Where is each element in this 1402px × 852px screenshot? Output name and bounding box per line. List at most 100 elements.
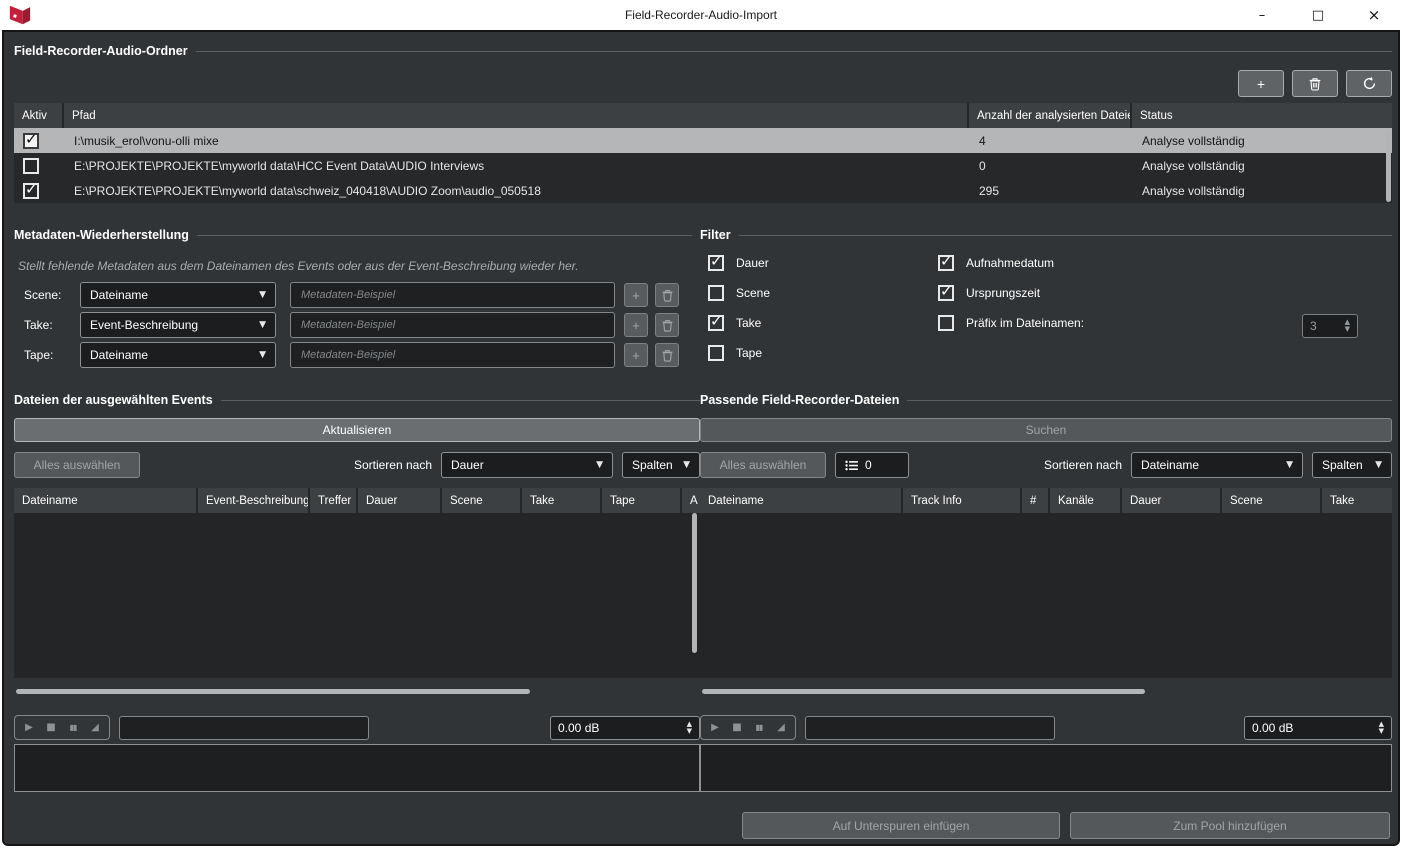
- column-header-kanaele[interactable]: Kanäle: [1050, 488, 1122, 513]
- stop-icon[interactable]: ■: [40, 722, 62, 733]
- column-header-take[interactable]: Take: [1322, 488, 1392, 513]
- column-header-tape[interactable]: Tape: [602, 488, 682, 513]
- filter-checkbox[interactable]: [938, 255, 954, 271]
- minimize-button[interactable]: –: [1242, 0, 1282, 30]
- folder-table-scrollbar[interactable]: [1386, 130, 1391, 202]
- select-all-recorder-button[interactable]: Alles auswählen: [700, 452, 826, 478]
- column-header-status[interactable]: Status: [1132, 103, 1392, 128]
- spinner-down-icon[interactable]: ▼: [687, 728, 692, 735]
- stop-icon[interactable]: ■: [726, 722, 748, 733]
- search-button[interactable]: Suchen: [700, 418, 1392, 442]
- tape-delete-button[interactable]: [655, 343, 679, 367]
- take-delete-button[interactable]: [655, 313, 679, 337]
- add-folder-button[interactable]: +: [1238, 70, 1284, 97]
- active-checkbox[interactable]: [23, 158, 39, 174]
- take-source-dropdown[interactable]: Event-Beschreibung ▼: [80, 312, 276, 338]
- recorder-table-hscrollbar[interactable]: [700, 687, 1392, 696]
- recorder-info-box[interactable]: [700, 744, 1392, 792]
- filter-checkbox[interactable]: [708, 285, 724, 301]
- filter-take[interactable]: Take: [708, 315, 761, 331]
- ramp-icon[interactable]: ◢: [770, 722, 792, 733]
- take-add-button[interactable]: +: [624, 313, 648, 337]
- filter-checkbox[interactable]: [708, 345, 724, 361]
- analyzed-count: 295: [969, 178, 1132, 203]
- pause-icon[interactable]: ▮▮: [748, 723, 770, 732]
- prefix-length-stepper[interactable]: 3 ▲▼: [1302, 314, 1358, 338]
- play-icon[interactable]: ▶: [704, 722, 726, 733]
- column-header-dateiname[interactable]: Dateiname: [14, 488, 198, 513]
- status-text: Analyse vollständig: [1132, 153, 1392, 178]
- delete-folder-button[interactable]: [1292, 70, 1338, 97]
- column-header-take[interactable]: Take: [522, 488, 602, 513]
- filter-praefix[interactable]: Präfix im Dateinamen:: [938, 315, 1084, 331]
- active-checkbox[interactable]: [23, 133, 39, 149]
- recorder-sort-dropdown[interactable]: Dateiname ▼: [1131, 452, 1303, 478]
- filter-checkbox[interactable]: [938, 285, 954, 301]
- events-columns-dropdown[interactable]: Spalten ▼: [622, 452, 700, 478]
- column-header-event-beschreibung[interactable]: Event-Beschreibung: [198, 488, 310, 513]
- column-header-anzahl[interactable]: Anzahl der analysierten Dateien: [969, 103, 1132, 128]
- recorder-columns-dropdown[interactable]: Spalten ▼: [1312, 452, 1392, 478]
- column-header-scene[interactable]: Scene: [1222, 488, 1322, 513]
- filter-checkbox[interactable]: [708, 315, 724, 331]
- column-header-scene[interactable]: Scene: [442, 488, 522, 513]
- column-header-treffer[interactable]: Treffer: [310, 488, 358, 513]
- sort-by-label: Sortieren nach: [354, 458, 432, 472]
- events-sort-dropdown[interactable]: Dauer ▼: [441, 452, 613, 478]
- recorder-table-body[interactable]: [700, 513, 1392, 678]
- folder-row[interactable]: E:\PROJEKTE\PROJEKTE\myworld data\schwei…: [14, 178, 1392, 203]
- pause-icon[interactable]: ▮▮: [62, 723, 84, 732]
- column-header-aktiv[interactable]: Aktiv: [14, 103, 64, 128]
- select-all-events-button[interactable]: Alles auswählen: [14, 452, 140, 478]
- refresh-folders-button[interactable]: [1346, 70, 1392, 97]
- filter-checkbox[interactable]: [938, 315, 954, 331]
- play-icon[interactable]: ▶: [18, 722, 40, 733]
- events-table-vscrollbar[interactable]: [692, 513, 697, 653]
- take-example-input[interactable]: Metadaten-Beispiel: [290, 312, 615, 338]
- close-button[interactable]: ×: [1354, 0, 1394, 30]
- recorder-hscroll-thumb[interactable]: [702, 689, 1145, 694]
- scene-source-dropdown[interactable]: Dateiname ▼: [80, 282, 276, 308]
- tape-add-button[interactable]: +: [624, 343, 648, 367]
- filter-checkbox[interactable]: [708, 255, 724, 271]
- events-preview-field[interactable]: [119, 716, 369, 740]
- column-header-dauer[interactable]: Dauer: [1122, 488, 1222, 513]
- ramp-icon[interactable]: ◢: [84, 722, 106, 733]
- spinner-down-icon[interactable]: ▼: [1379, 728, 1384, 735]
- column-header-dauer[interactable]: Dauer: [358, 488, 442, 513]
- spinner-down-icon[interactable]: ▼: [1345, 326, 1350, 333]
- filter-aufnahmedatum[interactable]: Aufnahmedatum: [938, 255, 1054, 271]
- events-table-hscrollbar[interactable]: [14, 687, 700, 696]
- add-to-pool-button[interactable]: Zum Pool hinzufügen: [1070, 812, 1390, 839]
- trash-icon: [661, 319, 674, 332]
- tape-example-input[interactable]: Metadaten-Beispiel: [290, 342, 615, 368]
- filter-scene[interactable]: Scene: [708, 285, 770, 301]
- events-volume-stepper[interactable]: 0.00 dB ▲▼: [550, 716, 700, 740]
- column-header-a[interactable]: A: [682, 488, 700, 513]
- events-table-body[interactable]: [14, 513, 700, 678]
- active-checkbox[interactable]: [23, 183, 39, 199]
- update-button[interactable]: Aktualisieren: [14, 418, 700, 442]
- recorder-preview-field[interactable]: [805, 716, 1055, 740]
- filter-tape[interactable]: Tape: [708, 345, 762, 361]
- insert-subtracks-button[interactable]: Auf Unterspuren einfügen: [742, 812, 1060, 839]
- tape-source-dropdown[interactable]: Dateiname ▼: [80, 342, 276, 368]
- filter-dauer[interactable]: Dauer: [708, 255, 769, 271]
- scene-delete-button[interactable]: [655, 283, 679, 307]
- column-header-pfad[interactable]: Pfad: [64, 103, 969, 128]
- column-header-dateiname[interactable]: Dateiname: [700, 488, 903, 513]
- recorder-volume-stepper[interactable]: 0.00 dB ▲▼: [1244, 716, 1392, 740]
- column-header-track-info[interactable]: Track Info: [903, 488, 1022, 513]
- recorder-columns-label: Spalten: [1322, 458, 1363, 472]
- column-header-number[interactable]: #: [1022, 488, 1050, 513]
- events-info-box[interactable]: [14, 744, 700, 792]
- folder-row[interactable]: E:\PROJEKTE\PROJEKTE\myworld data\HCC Ev…: [14, 153, 1392, 178]
- folder-row[interactable]: I:\musik_erol\vonu-olli mixe 4 Analyse v…: [14, 128, 1392, 153]
- maximize-button[interactable]: □: [1298, 0, 1338, 30]
- scene-example-input[interactable]: Metadaten-Beispiel: [290, 282, 615, 308]
- trash-icon: [661, 289, 674, 302]
- events-hscroll-thumb[interactable]: [16, 689, 530, 694]
- filter-ursprungszeit[interactable]: Ursprungszeit: [938, 285, 1040, 301]
- tape-label: Tape:: [14, 348, 80, 362]
- scene-add-button[interactable]: +: [624, 283, 648, 307]
